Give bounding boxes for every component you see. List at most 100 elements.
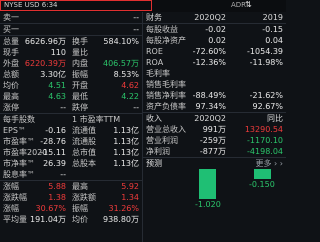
stat-label: 振幅 xyxy=(72,204,88,213)
stat-label: 跌停 xyxy=(72,103,88,112)
report-value-2: -1170.10 xyxy=(247,136,283,145)
stat-label: 振幅 xyxy=(72,70,88,79)
report-col1: 2020Q2 xyxy=(194,114,226,123)
forecast-bar-1-label: -1.020 xyxy=(195,200,221,209)
period-stats-row: 涨跌幅 1.38 涨跌额 1.34 xyxy=(0,192,142,203)
report-row: 净利润 -877万 -4198.04 xyxy=(143,146,286,157)
forecast-header[interactable]: 预测 更多 › › xyxy=(143,157,286,169)
report-value-1: -877万 xyxy=(199,147,226,156)
report-title: 收入 xyxy=(146,114,162,123)
stat-label: 市盈率™ xyxy=(3,137,35,146)
stat-value: 110 xyxy=(50,48,66,57)
stat-label: 内盘 xyxy=(72,59,88,68)
ask-row: 卖一 -- xyxy=(0,12,142,23)
stats-row: 外盘 6220.39万 内盘 406.57万 xyxy=(0,58,142,69)
period-stats-row: 平均量 191.04万 均价 938.80万 xyxy=(0,214,142,225)
fin-label: 销售毛利率 xyxy=(146,80,186,89)
stat-label: 均价 xyxy=(72,215,88,224)
fin-col2: 2019 xyxy=(262,13,283,22)
period-stats-row: 涨幅 30.67% 振幅 31.26% xyxy=(0,203,142,214)
adr-label[interactable]: ADR xyxy=(231,1,246,9)
fin-value-2: -0.15 xyxy=(262,25,283,34)
bid-row: 买一 -- xyxy=(0,23,142,35)
share-stats-row: 市盈率™ -28.76 流通股 1.13亿 xyxy=(0,136,142,147)
stats-row: 总额 3.30亿 振幅 8.53% xyxy=(0,69,142,80)
stats-row: 涨停 -- 跌停 -- xyxy=(0,102,142,113)
stat-value: -28.76 xyxy=(40,137,66,146)
stat-value: 4.62 xyxy=(121,81,139,90)
report-row: 营业利润 -259万 -1170.10 xyxy=(143,135,286,146)
stat-label: 均价 xyxy=(3,81,19,90)
report-row: 营业总收入 991万 13290.54 xyxy=(143,124,286,135)
stat-label: 股息率™ xyxy=(3,170,35,179)
fin-row: 每股净资产 0.02 0.04 xyxy=(143,35,286,46)
stat-label: 量比 xyxy=(72,48,88,57)
stat-label: 开盘 xyxy=(72,81,88,90)
bid-value: -- xyxy=(133,25,139,34)
stat-label: 1 市盈率TTM xyxy=(72,115,121,124)
stat-value: 31.26% xyxy=(108,204,139,213)
fin-row: 资产负债率 97.34% 92.67% xyxy=(143,101,286,112)
stat-value: 3.30亿 xyxy=(40,70,66,79)
stat-label: 涨幅 xyxy=(3,204,19,213)
forecast-bar-1 xyxy=(199,169,216,199)
stat-label: 总量 xyxy=(3,37,19,46)
fin-value-1: -88.49% xyxy=(192,91,226,100)
top-bar: NYSE USD 6:34 ADR ⇅ xyxy=(0,0,286,12)
stat-value: -- xyxy=(133,103,139,112)
report-value-1: -259万 xyxy=(199,136,226,145)
fin-value-1: -0.02 xyxy=(205,25,226,34)
report-label: 营业总收入 xyxy=(146,125,186,134)
more-link[interactable]: 更多 › › xyxy=(256,158,283,169)
stat-value: 6626.96万 xyxy=(24,37,66,46)
stat-value: 4.63 xyxy=(48,92,66,101)
fin-label: 每股净资产 xyxy=(146,36,186,45)
share-stats-row: 市盈率2020 -15.11 总市值 1.13亿 xyxy=(0,147,142,158)
stat-label: 现手 xyxy=(3,48,19,57)
stat-label: 每手股数 xyxy=(3,115,35,124)
fin-row: 每股收益 -0.02 -0.15 xyxy=(143,24,286,35)
fin-row: 销售净利率 -88.49% -21.62% xyxy=(143,90,286,101)
stat-value: -- xyxy=(60,170,66,179)
stat-value: 938.80万 xyxy=(103,215,139,224)
stat-label: 市净率™ xyxy=(3,159,35,168)
share-stats-row: 市净率™ 26.39 总股本 1.13亿 xyxy=(0,158,142,169)
stat-value: -15.11 xyxy=(40,148,66,157)
fin-row: ROA -12.36% -11.98% xyxy=(143,57,286,68)
stat-value: 1.13亿 xyxy=(113,159,139,168)
fin-value-1: 0.02 xyxy=(208,36,226,45)
stat-value: 191.04万 xyxy=(30,215,66,224)
report-value-2: 13290.54 xyxy=(244,125,283,134)
stat-label: 总市值 xyxy=(72,148,96,157)
stat-value: 30.67% xyxy=(35,204,66,213)
fin-value-1: -72.60% xyxy=(192,47,226,56)
share-stats-row: 每手股数 1 市盈率TTM xyxy=(0,114,142,125)
swap-icon[interactable]: ⇅ xyxy=(245,0,252,9)
period-stats-row: 涨幅 5.88 最高 5.92 xyxy=(0,181,142,192)
fin-label: ROE xyxy=(146,47,163,56)
report-value-2: -4198.04 xyxy=(247,147,283,156)
forecast-bar-2-label: -0.150 xyxy=(249,180,275,189)
fin-label: 毛利率 xyxy=(146,69,170,78)
stats-row: 均价 4.51 开盘 4.62 xyxy=(0,80,142,91)
financials-panel: 财务 2020Q2 2019 每股收益 -0.02 -0.15 每股净资产 0.02 0.… xyxy=(143,12,286,242)
stat-value: 1.38 xyxy=(48,193,66,202)
stat-value: 8.53% xyxy=(113,70,139,79)
stat-label: EPS™ xyxy=(3,126,26,135)
report-col2: 同比 xyxy=(267,114,283,123)
stat-value: 1.13亿 xyxy=(113,148,139,157)
report-value-1: 991万 xyxy=(202,125,226,134)
fin-value-2: 0.04 xyxy=(265,36,283,45)
fin-label: 资产负债率 xyxy=(146,102,186,111)
fin-row: ROE -72.60% -1054.39 xyxy=(143,46,286,57)
stat-label: 最高 xyxy=(72,182,88,191)
bid-label: 买一 xyxy=(3,25,19,34)
stat-value: -- xyxy=(60,103,66,112)
stat-label: 总额 xyxy=(3,70,19,79)
stat-value: -0.16 xyxy=(45,126,66,135)
stat-value: 5.88 xyxy=(48,182,66,191)
stat-value: 584.10% xyxy=(103,37,139,46)
ask-value: -- xyxy=(133,13,139,22)
stat-value: 1.34 xyxy=(121,193,139,202)
stat-value: 6220.39万 xyxy=(24,59,66,68)
